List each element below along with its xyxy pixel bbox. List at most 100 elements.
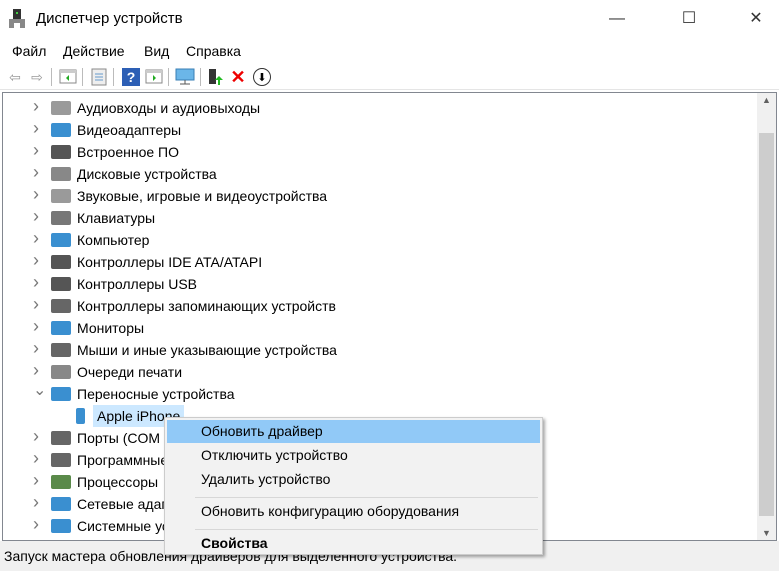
context-menu-item[interactable]: Удалить устройство bbox=[167, 468, 540, 491]
device-category-icon bbox=[51, 299, 71, 313]
menu-separator bbox=[195, 497, 538, 498]
scroll-up-arrow[interactable]: ▲ bbox=[757, 95, 776, 105]
expand-chevron-icon[interactable]: › bbox=[33, 492, 39, 513]
tree-item[interactable]: › Мониторы bbox=[3, 316, 753, 339]
toolbar-separator bbox=[168, 68, 169, 86]
tree-item[interactable]: › Контроллеры USB bbox=[3, 272, 753, 295]
expand-chevron-icon[interactable]: › bbox=[33, 272, 39, 293]
menu-item-label: Удалить устройство bbox=[201, 471, 331, 487]
disable-icon[interactable]: ⬇ bbox=[253, 68, 271, 86]
toolbar-separator bbox=[82, 68, 83, 86]
minimize-button[interactable]: — bbox=[594, 0, 640, 38]
tree-item[interactable]: › Видеоадаптеры bbox=[3, 118, 753, 141]
device-category-icon bbox=[51, 321, 71, 335]
expand-chevron-icon[interactable]: › bbox=[33, 206, 39, 227]
tree-item[interactable]: › Контроллеры запоминающих устройств bbox=[3, 294, 753, 317]
expand-chevron-icon[interactable]: › bbox=[33, 470, 39, 491]
tree-item-label: Очереди печати bbox=[77, 364, 183, 380]
expand-chevron-icon[interactable]: › bbox=[33, 184, 39, 205]
tree-item-label: Мыши и иные указывающие устройства bbox=[77, 342, 337, 358]
tree-item[interactable]: › Дисковые устройства bbox=[3, 162, 753, 185]
expand-chevron-icon[interactable]: › bbox=[33, 118, 39, 139]
toolbar-separator bbox=[113, 68, 114, 86]
tree-item[interactable]: › Очереди печати bbox=[3, 360, 753, 383]
properties-icon[interactable] bbox=[90, 68, 108, 86]
context-menu-item[interactable]: Свойства bbox=[167, 532, 540, 555]
menu-item-label: Обновить драйвер bbox=[201, 423, 323, 439]
tree-item-label: Контроллеры USB bbox=[77, 276, 197, 292]
expand-chevron-icon[interactable]: › bbox=[33, 360, 39, 381]
device-category-icon bbox=[51, 365, 71, 379]
scan-hardware-icon[interactable] bbox=[175, 68, 195, 86]
device-category-icon bbox=[51, 343, 71, 357]
expand-chevron-icon[interactable]: › bbox=[33, 162, 39, 183]
expand-chevron-icon[interactable]: › bbox=[33, 514, 39, 535]
device-category-icon bbox=[51, 431, 71, 445]
expand-chevron-icon[interactable]: › bbox=[33, 228, 39, 249]
toolbar-separator bbox=[200, 68, 201, 86]
expand-chevron-icon[interactable]: › bbox=[33, 316, 39, 337]
uninstall-icon[interactable]: ✕ bbox=[229, 68, 247, 86]
expand-chevron-icon[interactable]: › bbox=[33, 140, 39, 161]
device-category-icon bbox=[51, 101, 71, 115]
update-driver-icon[interactable] bbox=[207, 68, 225, 86]
tree-item[interactable]: › Аудиовходы и аудиовыходы bbox=[3, 96, 753, 119]
menu-view[interactable]: Вид bbox=[144, 43, 169, 59]
device-category-icon bbox=[51, 123, 71, 137]
device-category-icon bbox=[51, 255, 71, 269]
title-bar: Диспетчер устройств — ☐ ✕ bbox=[0, 0, 779, 38]
menu-separator bbox=[195, 529, 538, 530]
window-title: Диспетчер устройств bbox=[36, 10, 183, 27]
menu-bar: Файл Действие Вид Справка bbox=[0, 40, 779, 64]
back-icon[interactable]: ⇦ bbox=[6, 68, 24, 86]
close-button[interactable]: ✕ bbox=[733, 0, 779, 38]
menu-help[interactable]: Справка bbox=[186, 43, 241, 59]
forward-icon[interactable]: ⇨ bbox=[28, 68, 46, 86]
tree-item[interactable]: › Компьютер bbox=[3, 228, 753, 251]
device-category-icon bbox=[51, 453, 71, 467]
maximize-button[interactable]: ☐ bbox=[666, 0, 712, 38]
tree-item-label: Контроллеры IDE ATA/ATAPI bbox=[77, 254, 263, 270]
device-category-icon bbox=[51, 519, 71, 533]
context-menu-item[interactable]: Отключить устройство bbox=[167, 444, 540, 467]
tree-item-label: Аудиовходы и аудиовыходы bbox=[77, 100, 261, 116]
menu-action[interactable]: Действие bbox=[63, 43, 125, 59]
tree-item[interactable]: › Мыши и иные указывающие устройства bbox=[3, 338, 753, 361]
collapse-chevron-icon[interactable]: ⌄ bbox=[33, 380, 46, 400]
toolbar-separator bbox=[51, 68, 52, 86]
context-menu-item[interactable]: Обновить конфигурацию оборудования bbox=[167, 500, 540, 523]
expand-chevron-icon[interactable]: › bbox=[33, 294, 39, 315]
expand-chevron-icon[interactable]: › bbox=[33, 250, 39, 271]
tree-item[interactable]: › Контроллеры IDE ATA/ATAPI bbox=[3, 250, 753, 273]
device-category-icon bbox=[51, 277, 71, 291]
menu-item-label: Отключить устройство bbox=[201, 447, 348, 463]
tree-item-label: Дисковые устройства bbox=[77, 166, 217, 182]
help-icon[interactable]: ? bbox=[122, 68, 140, 86]
scrollbar-thumb[interactable] bbox=[759, 133, 774, 516]
expand-chevron-icon[interactable]: › bbox=[33, 338, 39, 359]
tree-item-label: Процессоры bbox=[77, 474, 159, 490]
device-category-icon bbox=[51, 189, 71, 203]
device-category-icon bbox=[51, 497, 71, 511]
device-category-icon bbox=[51, 233, 71, 247]
action-pane-icon[interactable] bbox=[145, 68, 163, 86]
device-manager-icon bbox=[8, 9, 26, 29]
device-category-icon bbox=[51, 145, 71, 159]
device-category-icon bbox=[51, 475, 71, 489]
vertical-scrollbar[interactable]: ▲ ▼ bbox=[757, 93, 776, 540]
context-menu: Обновить драйвер Отключить устройство Удал… bbox=[164, 417, 543, 555]
context-menu-item[interactable]: Обновить драйвер bbox=[167, 420, 540, 443]
show-hide-console-tree-icon[interactable] bbox=[59, 68, 77, 86]
expand-chevron-icon[interactable]: › bbox=[33, 448, 39, 469]
expand-chevron-icon[interactable]: › bbox=[33, 426, 39, 447]
scroll-down-arrow[interactable]: ▼ bbox=[757, 528, 776, 538]
menu-file[interactable]: Файл bbox=[12, 43, 46, 59]
tree-item[interactable]: › Звуковые, игровые и видеоустройства bbox=[3, 184, 753, 207]
tree-item[interactable]: ⌄ Переносные устройства bbox=[3, 380, 753, 405]
tree-item[interactable]: › Клавиатуры bbox=[3, 206, 753, 229]
expand-chevron-icon[interactable]: › bbox=[33, 96, 39, 117]
tree-item-label: Видеоадаптеры bbox=[77, 122, 182, 138]
toolbar: ⇦ ⇨ ? ✕ ⬇ bbox=[0, 64, 779, 90]
tree-item-label: Встроенное ПО bbox=[77, 144, 179, 160]
tree-item[interactable]: › Встроенное ПО bbox=[3, 140, 753, 163]
